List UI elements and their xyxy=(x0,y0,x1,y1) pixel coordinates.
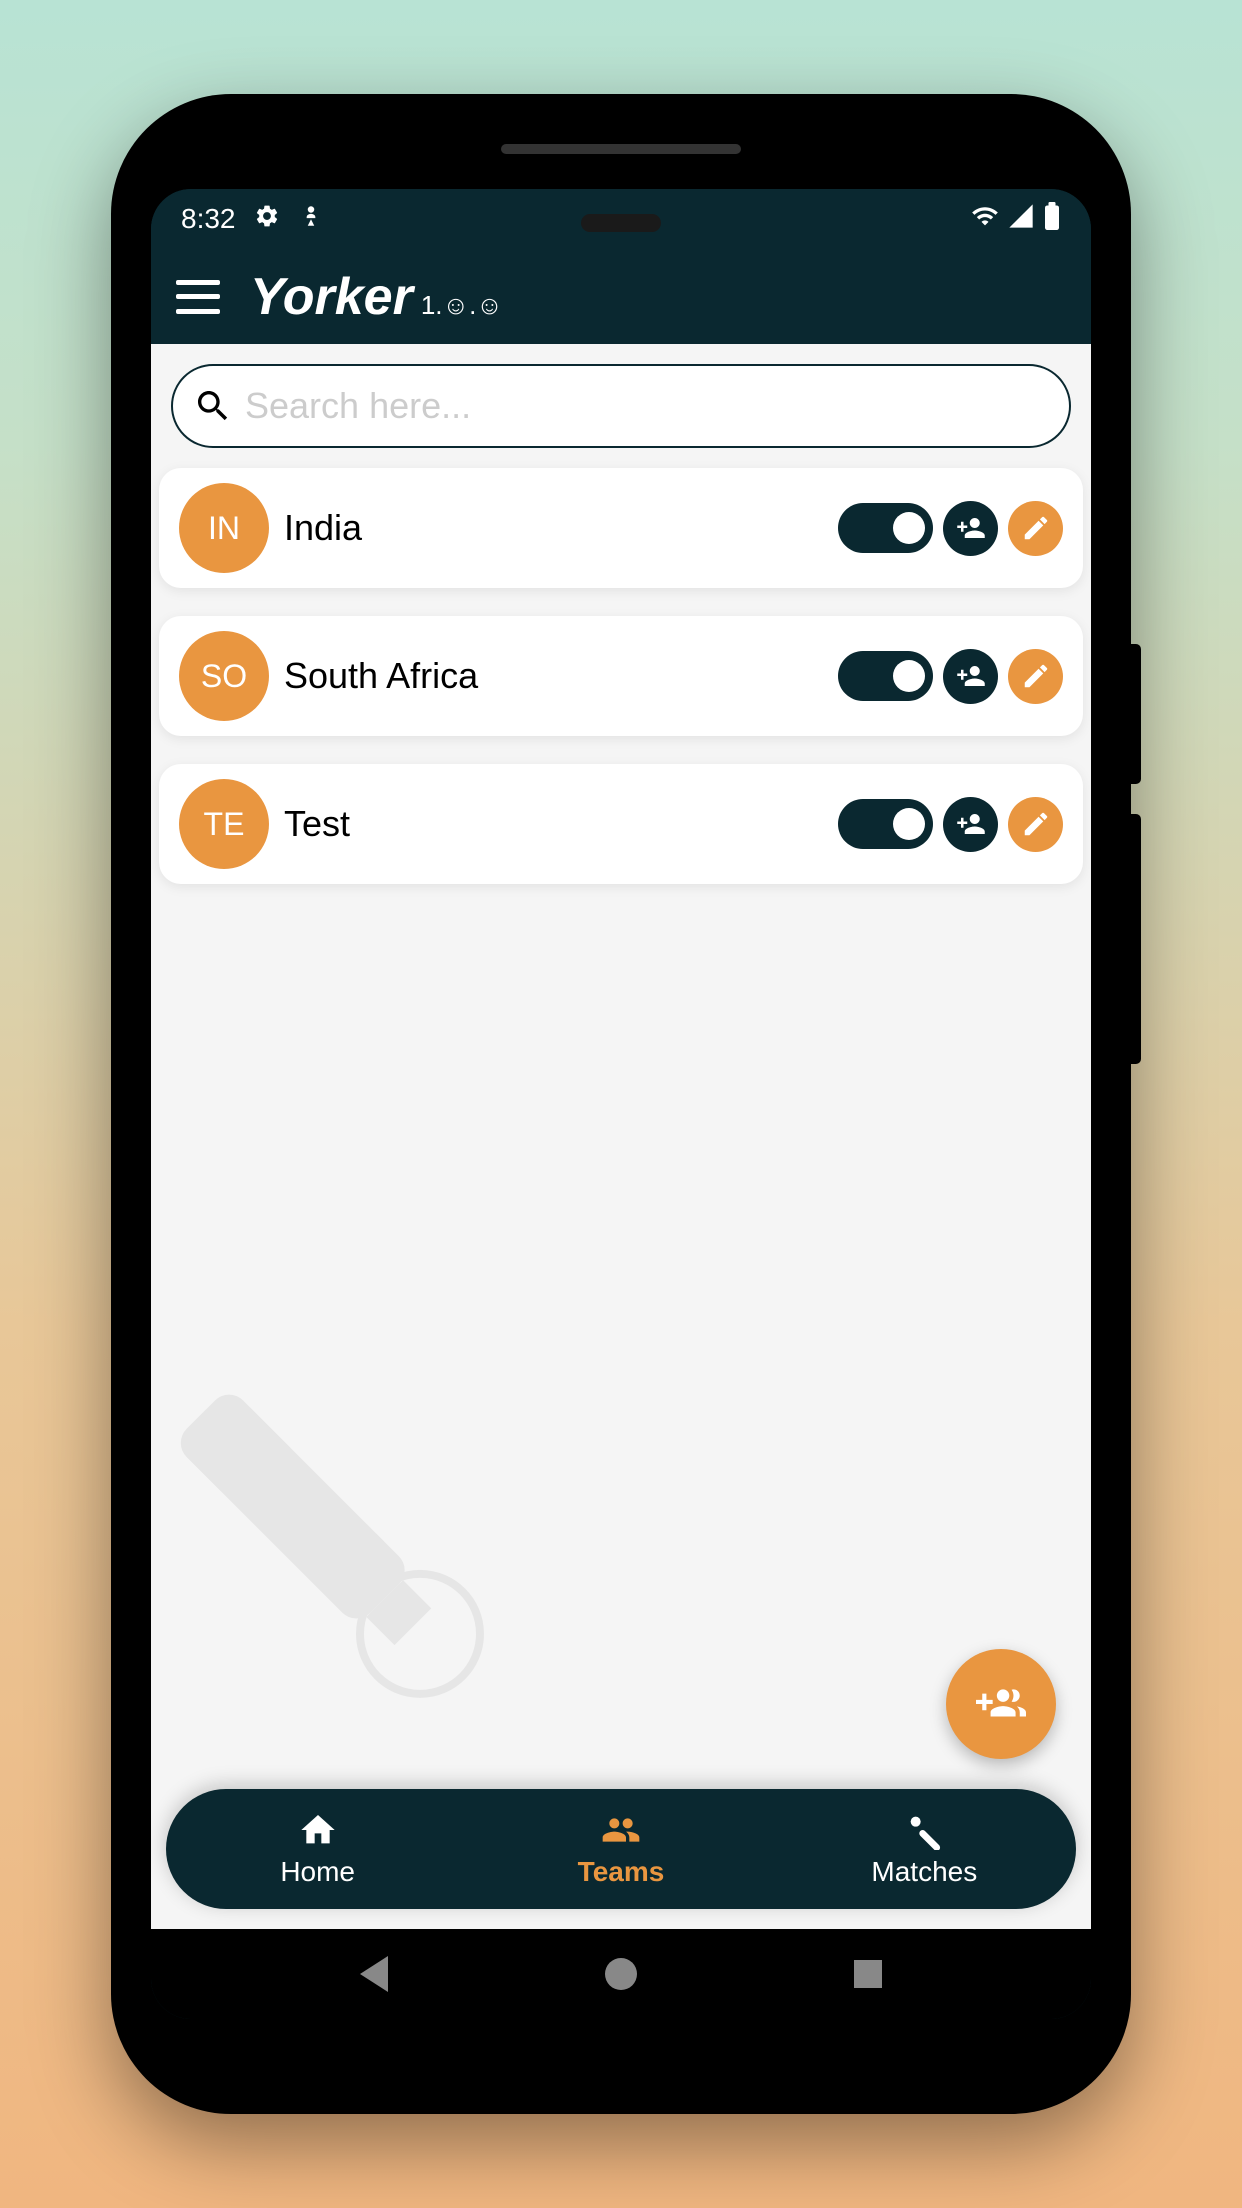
team-toggle[interactable] xyxy=(838,799,933,849)
team-card[interactable]: IN India xyxy=(159,468,1083,588)
app-name: Yorker xyxy=(250,267,413,327)
edit-button[interactable] xyxy=(1008,501,1063,556)
settings-icon xyxy=(254,203,280,236)
nav-home-label: Home xyxy=(280,1856,355,1888)
team-toggle[interactable] xyxy=(838,651,933,701)
status-bar: 8:32 xyxy=(151,189,1091,249)
search-bar[interactable] xyxy=(171,364,1071,448)
nav-home[interactable]: Home xyxy=(166,1810,469,1888)
bat-watermark-icon xyxy=(151,1349,521,1749)
location-icon xyxy=(298,203,324,236)
battery-icon xyxy=(1043,202,1061,237)
phone-frame: 8:32 xyxy=(111,94,1131,2114)
recent-button[interactable] xyxy=(850,1956,886,1992)
team-actions xyxy=(838,649,1063,704)
team-name-label: India xyxy=(284,507,823,549)
search-input[interactable] xyxy=(245,385,1049,427)
edit-button[interactable] xyxy=(1008,797,1063,852)
team-list: IN India SO South Africa xyxy=(151,468,1091,884)
nav-teams[interactable]: Teams xyxy=(469,1810,772,1888)
app-header: Yorker 1.☺.☺ xyxy=(151,249,1091,344)
volume-button xyxy=(1131,814,1141,1064)
search-icon xyxy=(193,386,233,426)
app-version: 1.☺.☺ xyxy=(421,290,503,321)
add-member-button[interactable] xyxy=(943,501,998,556)
content-area: IN India SO South Africa xyxy=(151,344,1091,1929)
app-title: Yorker 1.☺.☺ xyxy=(250,267,503,327)
status-time: 8:32 xyxy=(181,203,236,235)
edit-button[interactable] xyxy=(1008,649,1063,704)
team-actions xyxy=(838,797,1063,852)
status-left: 8:32 xyxy=(181,203,324,236)
home-button[interactable] xyxy=(603,1956,639,1992)
team-toggle[interactable] xyxy=(838,503,933,553)
team-avatar: SO xyxy=(179,631,269,721)
team-name-label: Test xyxy=(284,803,823,845)
nav-teams-label: Teams xyxy=(578,1856,665,1888)
menu-icon[interactable] xyxy=(176,280,220,314)
search-container xyxy=(151,344,1091,468)
team-card[interactable]: SO South Africa xyxy=(159,616,1083,736)
status-right xyxy=(971,202,1061,237)
add-member-button[interactable] xyxy=(943,797,998,852)
signal-icon xyxy=(1007,202,1035,237)
screen: 8:32 xyxy=(151,189,1091,2019)
team-avatar: IN xyxy=(179,483,269,573)
team-actions xyxy=(838,501,1063,556)
add-member-button[interactable] xyxy=(943,649,998,704)
team-card[interactable]: TE Test xyxy=(159,764,1083,884)
android-nav-bar xyxy=(151,1929,1091,2019)
add-team-fab[interactable] xyxy=(946,1649,1056,1759)
team-name-label: South Africa xyxy=(284,655,823,697)
bottom-nav: Home Teams Matches xyxy=(166,1789,1076,1909)
wifi-icon xyxy=(971,202,999,237)
nav-matches-label: Matches xyxy=(871,1856,977,1888)
team-avatar: TE xyxy=(179,779,269,869)
nav-matches[interactable]: Matches xyxy=(773,1810,1076,1888)
power-button xyxy=(1131,644,1141,784)
back-button[interactable] xyxy=(356,1956,392,1992)
